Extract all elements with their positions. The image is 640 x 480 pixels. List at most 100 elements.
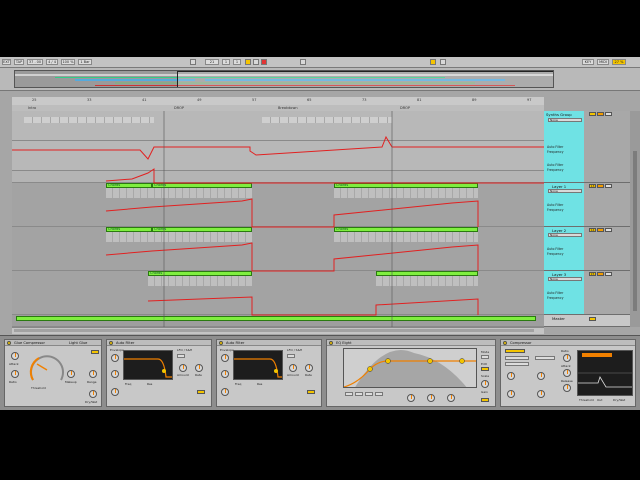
arrangement-overview[interactable]	[0, 68, 640, 91]
automation-chooser[interactable]: None	[548, 189, 582, 193]
vertical-scrollbar[interactable]	[630, 111, 640, 327]
play-button[interactable]	[245, 59, 251, 65]
track-name[interactable]: Master	[552, 316, 565, 321]
sidechain-mix-knob[interactable]	[507, 390, 515, 398]
band-3-filter[interactable]	[365, 392, 373, 396]
time-signature-field[interactable]: 4 / 4	[46, 59, 58, 65]
solo-button[interactable]	[597, 272, 604, 276]
midi-map-button[interactable]: MIDI	[597, 59, 609, 65]
audio-from-channel[interactable]	[505, 362, 529, 366]
eq-display[interactable]	[343, 348, 477, 388]
envelope-amount-knob[interactable]	[221, 354, 229, 362]
overview-strip[interactable]	[14, 70, 554, 88]
groove-amount-field[interactable]: 100 %	[61, 59, 75, 65]
device-on-button[interactable]	[329, 341, 333, 345]
automation-chooser[interactable]: None	[548, 277, 582, 281]
arrangement-position[interactable]: 21	[205, 59, 219, 65]
compressor-display[interactable]	[577, 350, 633, 396]
scale-knob[interactable]	[481, 380, 489, 388]
track-header-layer-1[interactable]: Layer 1 None Auto Filter Frequency 13	[544, 183, 630, 227]
band-1-filter[interactable]	[345, 392, 353, 396]
band-2-filter[interactable]	[355, 392, 363, 396]
arm-button[interactable]	[605, 272, 612, 276]
adaptive-q-button[interactable]	[481, 398, 489, 402]
soft-clip-button[interactable]	[91, 350, 99, 354]
range-knob[interactable]	[89, 370, 97, 378]
arm-button[interactable]	[605, 184, 612, 188]
sidechain-q-knob[interactable]	[537, 390, 545, 398]
lfo-rate-knob[interactable]	[305, 364, 313, 372]
ext-sync-button[interactable]: EXT	[2, 59, 11, 65]
track-number[interactable]: 14	[589, 228, 596, 232]
filter-display[interactable]	[123, 350, 173, 380]
ratio-knob[interactable]	[11, 370, 19, 378]
tempo-field[interactable]: 37 . 00	[27, 59, 43, 65]
dry-wet-knob[interactable]	[89, 390, 97, 398]
sidechain-gain-knob[interactable]	[507, 372, 515, 380]
band-4-filter[interactable]	[375, 392, 383, 396]
position-beat[interactable]: 1	[222, 59, 230, 65]
quantize-menu[interactable]: 1 Bar	[78, 59, 92, 65]
envelope-attack-knob[interactable]	[221, 370, 229, 378]
threshold-dial[interactable]	[27, 350, 67, 384]
sidechain-toggle[interactable]	[505, 349, 525, 353]
filter-display[interactable]	[233, 350, 283, 380]
record-button[interactable]	[261, 59, 267, 65]
sync-button[interactable]	[307, 390, 315, 394]
stop-button[interactable]	[253, 59, 259, 65]
glue-compressor-device[interactable]: Glue Compressor Light Glue Attack Ratio T…	[4, 339, 102, 407]
envelope-amount-knob[interactable]	[111, 354, 119, 362]
locator-breakdown[interactable]: Breakdown	[278, 106, 298, 110]
activator-button[interactable]	[589, 112, 596, 116]
ratio-knob[interactable]	[563, 354, 571, 362]
makeup-knob[interactable]	[67, 370, 75, 378]
master-activator[interactable]	[589, 317, 596, 321]
envelope-release-knob[interactable]	[111, 388, 119, 396]
punch-button[interactable]	[430, 59, 436, 65]
filter-type-chooser[interactable]	[535, 356, 555, 360]
device-on-button[interactable]	[7, 341, 11, 345]
attack-knob[interactable]	[563, 369, 571, 377]
locator-drop-2[interactable]: DROP	[400, 106, 410, 110]
draw-mode-button[interactable]	[440, 59, 446, 65]
attack-knob[interactable]	[11, 352, 19, 360]
eq-eight-device[interactable]: EQ Eight Mode Edit Scale Gain	[326, 339, 496, 407]
envelope-attack-knob[interactable]	[111, 370, 119, 378]
track-header-layer-2[interactable]: Layer 2 None Auto Filter Frequency 14	[544, 227, 630, 271]
automation-chooser[interactable]: None	[548, 233, 582, 237]
solo-button[interactable]	[597, 184, 604, 188]
track-header-layer-3[interactable]: Layer 3 None Auto Filter Frequency 15	[544, 271, 630, 315]
track-header-master[interactable]: Master	[544, 315, 630, 327]
device-on-button[interactable]	[109, 341, 113, 345]
audio-from-chooser[interactable]	[505, 356, 529, 360]
lfo-waveform[interactable]	[177, 354, 185, 358]
track-number[interactable]: 13	[589, 184, 596, 188]
device-on-button[interactable]	[219, 341, 223, 345]
edit-button[interactable]	[481, 367, 489, 371]
track-number[interactable]: 15	[589, 272, 596, 276]
horizontal-scrollbar[interactable]	[12, 327, 544, 334]
arm-button[interactable]	[605, 112, 612, 116]
lfo-amount-knob[interactable]	[179, 364, 187, 372]
compressor-device[interactable]: Compressor Ratio Attack Release Threshol…	[500, 339, 636, 407]
sidechain-freq-knob[interactable]	[537, 372, 545, 380]
mode-selector[interactable]	[481, 355, 489, 359]
loop-button[interactable]	[300, 59, 306, 65]
auto-filter-device[interactable]: Auto Filter Envelope Freq Res LFO / S&H …	[106, 339, 212, 407]
track-header-synths-group[interactable]: Synths Group None Auto Filter Frequency …	[544, 111, 630, 183]
locator-intro[interactable]: Intro	[28, 106, 36, 110]
sync-button[interactable]	[197, 390, 205, 394]
lfo-amount-knob[interactable]	[289, 364, 297, 372]
track-name[interactable]: Synths Group	[546, 112, 572, 117]
lfo-waveform[interactable]	[287, 354, 295, 358]
automation-envelopes[interactable]	[12, 111, 544, 327]
arm-button[interactable]	[605, 228, 612, 232]
key-map-button[interactable]: KEY	[582, 59, 594, 65]
gain-knob[interactable]	[427, 394, 435, 402]
lfo-rate-knob[interactable]	[195, 364, 203, 372]
overview-viewport[interactable]	[177, 71, 553, 87]
freq-knob[interactable]	[407, 394, 415, 402]
tap-tempo-button[interactable]: TAP	[14, 59, 24, 65]
solo-button[interactable]	[597, 228, 604, 232]
arrangement-view[interactable]: Chords Chords Chords Chords Chords Chord…	[12, 111, 544, 327]
